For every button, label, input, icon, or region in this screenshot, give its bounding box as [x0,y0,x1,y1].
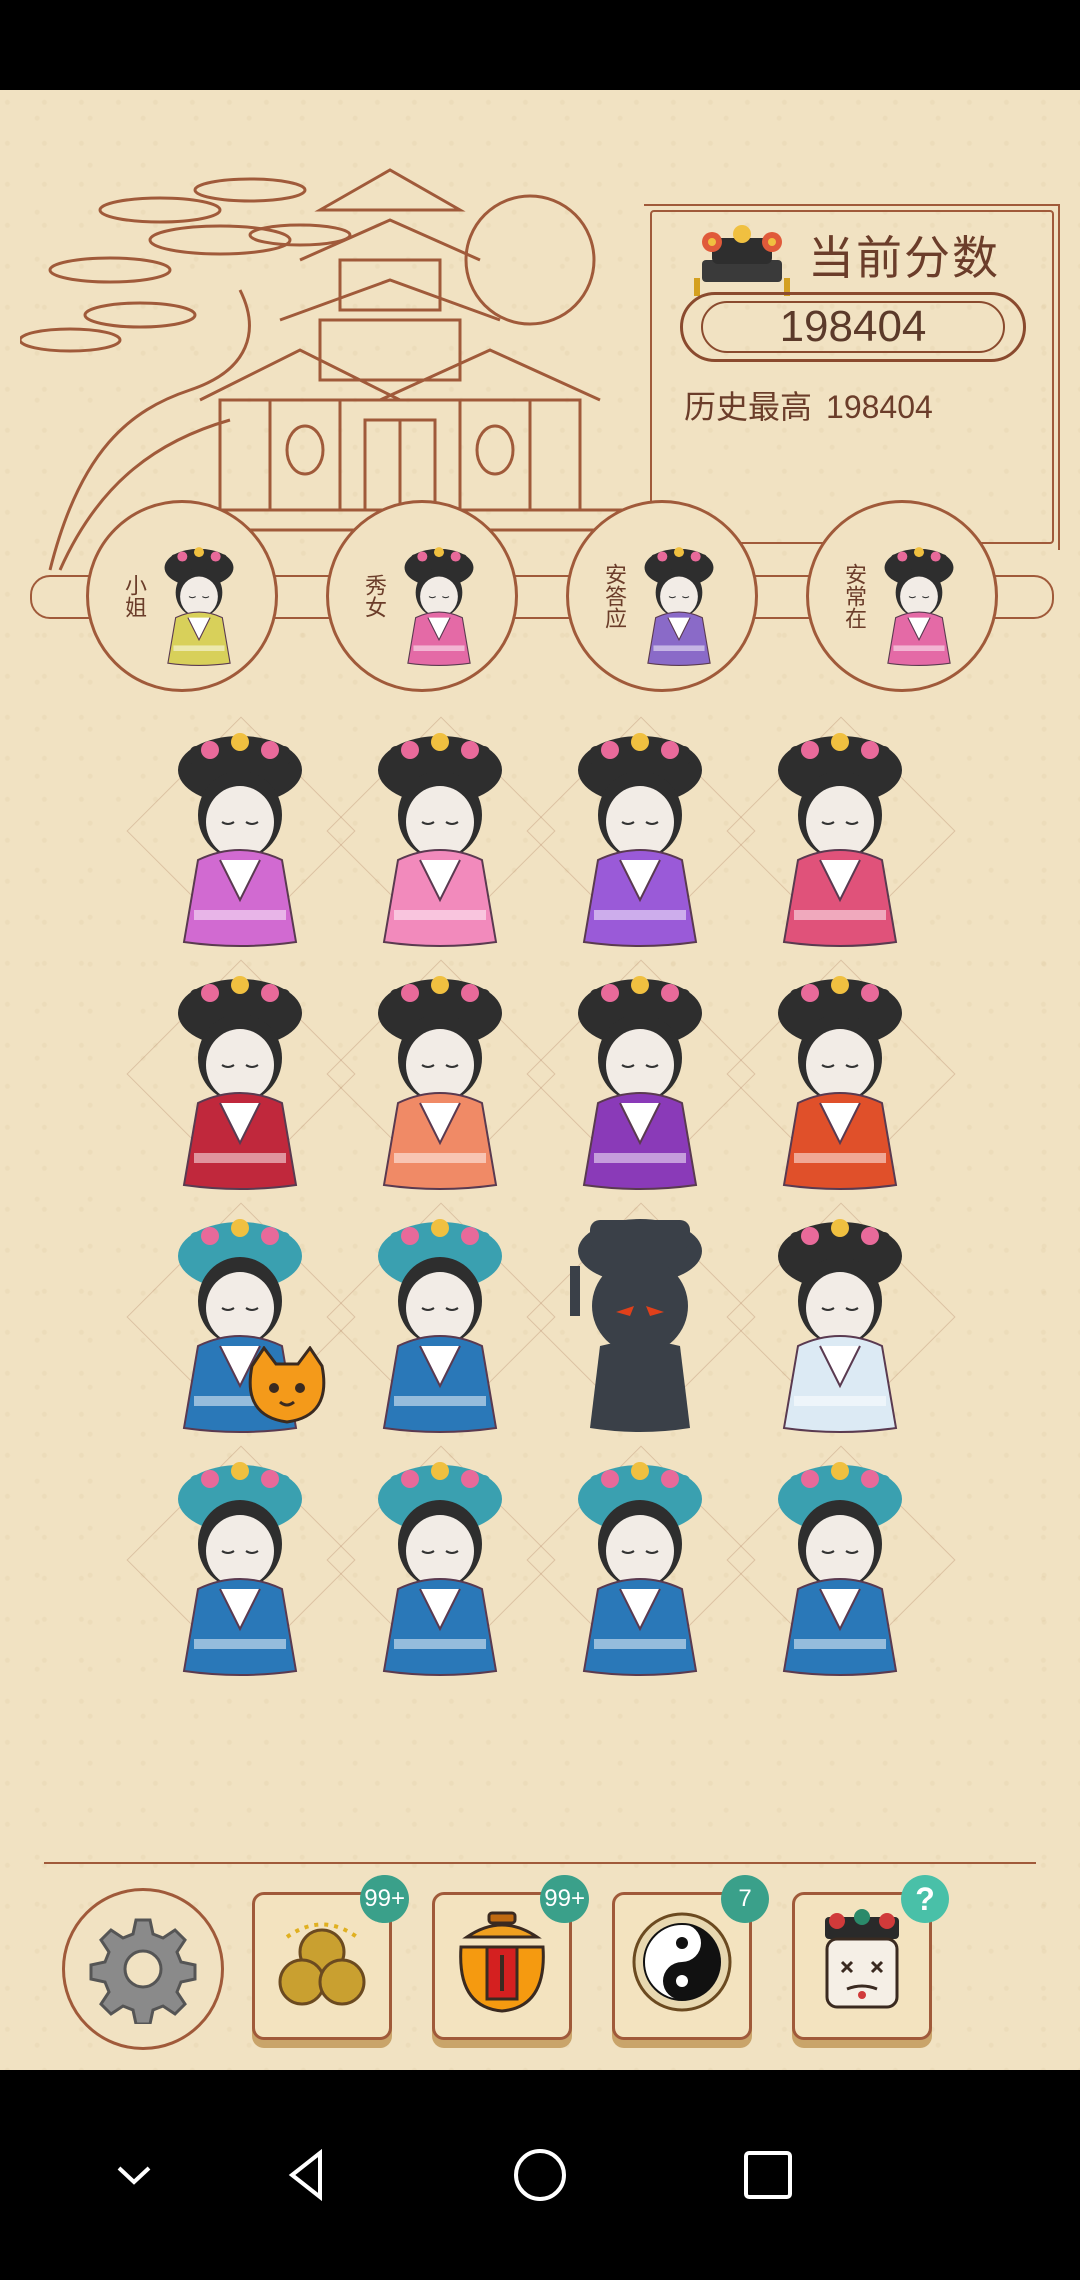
rank-slot-label: 安常在 [842,563,867,629]
gear-icon [89,1918,197,2024]
help-badge: ? [901,1875,949,1923]
consort-doll-icon [350,710,530,950]
bottom-toolbar: 99+ 99+ 7 ? [0,1875,1080,2060]
jar-icon [459,1911,545,2013]
best-score-value: 198404 [826,389,933,425]
status-bar [0,0,1080,90]
back-triangle-icon [288,2148,322,2202]
consort-doll-icon [350,1439,530,1679]
help-button[interactable]: ? [792,1875,949,2040]
current-score-value: 198404 [779,302,927,351]
score-panel: 当前分数 198404 历史最高 198404 [644,204,1060,550]
nav-home-button[interactable] [490,2125,590,2225]
consort-doll-icon [150,1439,330,1679]
jar-count-badge: 99+ [540,1875,589,1923]
board-cell[interactable] [526,1439,756,1679]
rank-slot-1: 小姐 [86,500,278,692]
board-cell[interactable] [126,1196,356,1436]
qing-headdress-icon [694,225,790,296]
consort-doll-icon [550,1439,730,1679]
consort-doll-icon [550,953,730,1193]
recents-square-icon [744,2151,792,2199]
chevron-down-icon [117,2166,151,2185]
consort-doll-icon [150,953,330,1193]
system-nav-bar [0,2070,1080,2280]
rank-slot-label: 秀女 [362,574,387,618]
toolbar-divider [44,1862,1036,1864]
rank-slot-2: 秀女 [326,500,518,692]
game-area: 当前分数 198404 历史最高 198404 小姐 秀女 安答应 安常在 99… [0,90,1080,2070]
rank-slot-label: 安答应 [602,563,627,629]
settings-button[interactable] [62,1888,224,2050]
consort-doll-icon [750,1196,930,1436]
consort-doll-icon [350,1196,530,1436]
board-cell[interactable] [526,953,756,1193]
rank-doll-icon [629,531,729,671]
board-cell[interactable] [126,953,356,1193]
rank-doll-icon [389,531,489,671]
board-cell[interactable] [126,1439,356,1679]
rank-doll-icon [869,531,969,671]
consort-doll-icon [750,1439,930,1679]
coins-item-button[interactable]: 99+ [252,1875,409,2040]
consort-doll-icon [150,710,330,950]
eunuch-face-icon [825,1909,899,2009]
yin-yang-icon [632,1912,732,2012]
board-cell[interactable] [326,1196,556,1436]
board-cell[interactable] [726,1439,956,1679]
rank-slots: 小姐 秀女 安答应 安常在 [0,500,1080,700]
consort-doll-icon [750,953,930,1193]
rank-doll-icon [149,531,249,671]
board-cell[interactable] [526,1196,756,1436]
shadow-ghost-icon [550,1196,730,1436]
coins-count-badge: 99+ [360,1875,409,1923]
home-circle-icon [514,2149,566,2201]
coins-icon [278,1922,366,2006]
board-cell[interactable] [326,953,556,1193]
rank-slot-label: 小姐 [122,574,147,618]
best-score-row: 历史最高 198404 [684,382,947,428]
consort-doll-icon [750,710,930,950]
board-cell[interactable] [726,953,956,1193]
nav-back-button[interactable] [258,2125,358,2225]
nav-collapse-button[interactable] [84,2125,184,2225]
board-cell[interactable] [326,1439,556,1679]
game-board [126,710,956,1690]
rank-slot-4: 安常在 [806,500,998,692]
board-cell[interactable] [326,710,556,950]
best-score-label: 历史最高 [684,389,813,425]
consort-doll-icon [550,710,730,950]
board-cell[interactable] [126,710,356,950]
jar-item-button[interactable]: 99+ [432,1875,589,2040]
board-cell[interactable] [726,710,956,950]
yinyang-count-badge: 7 [721,1875,769,1923]
rank-slot-3: 安答应 [566,500,758,692]
board-cell[interactable] [726,1196,956,1436]
current-score-box: 198404 [680,292,1026,362]
board-cell[interactable] [526,710,756,950]
consort-doll-icon [150,1196,330,1436]
nav-recents-button[interactable] [718,2125,818,2225]
consort-doll-icon [350,953,530,1193]
current-score-label: 当前分数 [808,232,1000,284]
yinyang-item-button[interactable]: 7 [612,1875,769,2040]
